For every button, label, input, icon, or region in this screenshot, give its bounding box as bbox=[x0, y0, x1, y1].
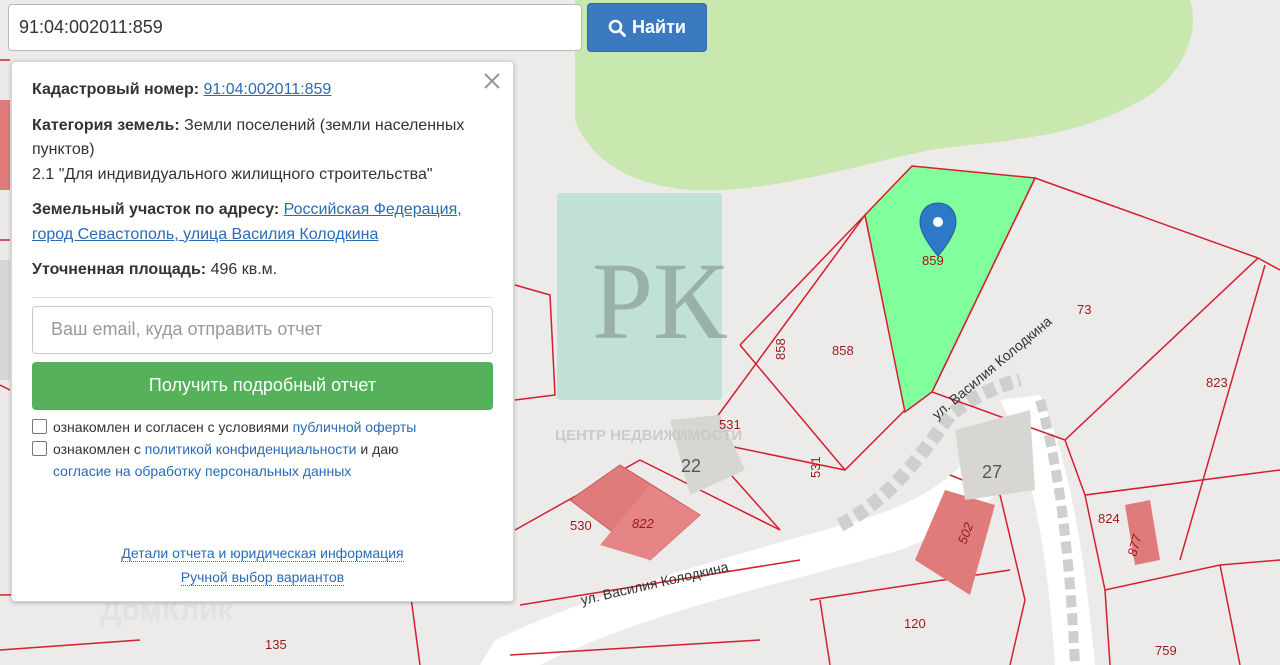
footer-links: Детали отчета и юридическая информация Р… bbox=[12, 542, 513, 589]
parcel-label: 824 bbox=[1098, 511, 1120, 526]
consent-offer-row: ознакомлен и согласен с условиями публич… bbox=[32, 416, 493, 438]
building bbox=[0, 100, 10, 190]
consent-privacy-text: ознакомлен с политикой конфиденциальност… bbox=[53, 440, 399, 479]
parcel-label: 823 bbox=[1206, 375, 1228, 390]
search-button[interactable]: Найти bbox=[587, 3, 707, 52]
building-gray bbox=[0, 260, 10, 380]
manual-selection-link[interactable]: Ручной выбор вариантов bbox=[180, 568, 345, 586]
report-details-link[interactable]: Детали отчета и юридическая информация bbox=[121, 545, 404, 562]
parcel-label: 759 bbox=[1155, 643, 1177, 658]
address-label: Земельный участок по адресу: bbox=[32, 201, 280, 218]
area-label: Уточненная площадь: bbox=[32, 261, 207, 278]
consent-offer-checkbox[interactable] bbox=[32, 418, 47, 434]
category-use: 2.1 "Для индивидуального жилищного строи… bbox=[32, 165, 433, 183]
house-number: 27 bbox=[982, 462, 1002, 482]
parcel-label: 859 bbox=[922, 253, 944, 268]
search-input[interactable] bbox=[8, 4, 582, 51]
category-label: Категория земель: bbox=[32, 116, 180, 134]
consent-offer-text: ознакомлен и согласен с условиями публич… bbox=[53, 418, 417, 435]
divider bbox=[32, 296, 493, 298]
personal-data-consent-link[interactable]: согласие на обработку персональных данны… bbox=[53, 463, 351, 479]
get-report-button[interactable]: Получить подробный отчет bbox=[32, 361, 493, 410]
address-row: Земельный участок по адресу: Российская … bbox=[32, 198, 493, 247]
watermark-center-text: ЦЕНТР НЕДВИЖИМОСТИ bbox=[555, 427, 742, 444]
parcel-label: 135 bbox=[265, 637, 287, 652]
area-row: Уточненная площадь: 496 кв.м. bbox=[32, 258, 493, 283]
consent-privacy-checkbox[interactable] bbox=[32, 440, 47, 456]
search-icon bbox=[608, 19, 627, 37]
house-number: 22 bbox=[681, 456, 701, 476]
parcel-label: 530 bbox=[570, 518, 592, 533]
email-input[interactable] bbox=[32, 305, 493, 354]
area-value: 496 кв.м. bbox=[210, 261, 278, 278]
parcel-label: 822 bbox=[632, 516, 654, 531]
public-offer-link[interactable]: публичной оферты bbox=[293, 419, 417, 435]
watermark-logo: РК bbox=[592, 240, 727, 362]
parcel-label: 858 bbox=[773, 338, 788, 360]
cadastral-link[interactable]: 91:04:002011:859 bbox=[204, 81, 332, 98]
consent-privacy-row: ознакомлен с политикой конфиденциальност… bbox=[32, 438, 493, 482]
parcel-label: 73 bbox=[1077, 302, 1091, 317]
parcel-label: 120 bbox=[904, 616, 926, 631]
parcel-info-panel: Кадастровый номер: 91:04:002011:859 Кате… bbox=[11, 61, 514, 602]
parcel-label: 858 bbox=[832, 343, 854, 358]
cadastral-row: Кадастровый номер: 91:04:002011:859 bbox=[32, 78, 493, 103]
category-row: Категория земель: Земли поселений (земли… bbox=[32, 114, 493, 188]
cadastral-label: Кадастровый номер: bbox=[32, 81, 200, 98]
close-icon[interactable] bbox=[481, 70, 503, 92]
parcel-label: 531 bbox=[808, 456, 823, 478]
search-button-label: Найти bbox=[632, 17, 686, 37]
privacy-policy-link[interactable]: политикой конфиденциальности bbox=[145, 441, 357, 457]
